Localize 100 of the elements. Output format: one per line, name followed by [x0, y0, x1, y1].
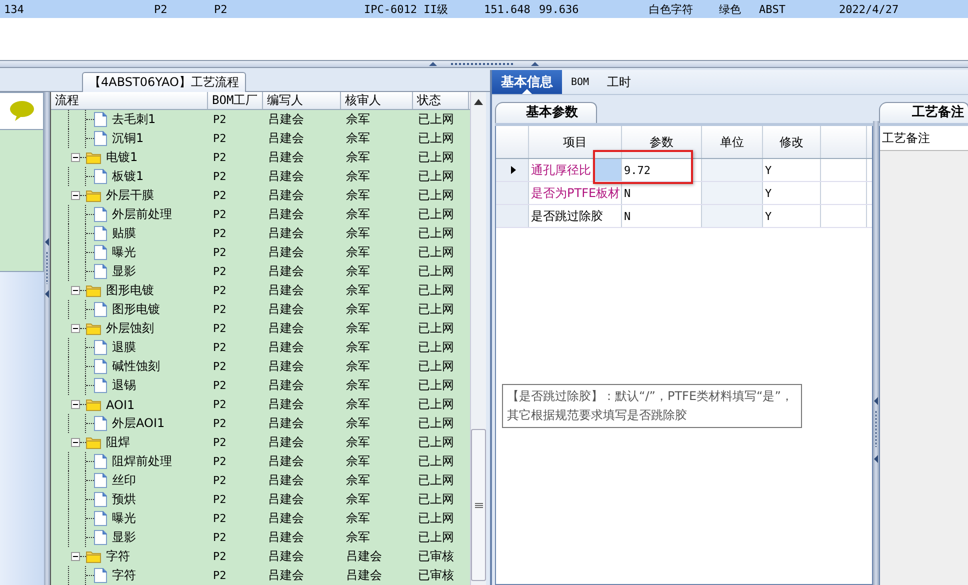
step-label[interactable]: 碱性蚀刻	[112, 358, 160, 375]
column-header[interactable]: 项目	[529, 126, 622, 158]
table-cell-text: 佘军	[345, 206, 371, 223]
folder-icon	[86, 322, 101, 335]
table-cell-text: P2	[212, 189, 228, 202]
step-label[interactable]: 丝印	[112, 472, 136, 489]
column-header[interactable]: 核审人	[341, 92, 413, 109]
scrollbar-thumb[interactable]	[471, 429, 486, 581]
column-header[interactable]: 单位	[702, 126, 763, 158]
step-label[interactable]: 图形电镀	[112, 301, 160, 318]
table-cell-text: 吕建会	[267, 453, 305, 470]
table-cell-text: 已上网	[417, 301, 455, 318]
document-icon	[94, 226, 107, 241]
step-label[interactable]: 退锡	[112, 377, 136, 394]
panel-title: 【4ABST06YAO】工艺流程	[82, 72, 246, 92]
step-label[interactable]: 外层AOI1	[112, 415, 165, 432]
table-cell-text: P2	[212, 455, 228, 468]
tab[interactable]: 基本信息	[492, 70, 562, 94]
table-cell-text: P2	[212, 493, 228, 506]
tab[interactable]: 工艺备注	[879, 102, 968, 123]
column-header[interactable]: 修改	[763, 126, 821, 158]
step-label[interactable]: 字符	[112, 567, 136, 584]
table-cell-text: 已上网	[417, 510, 455, 527]
value-field[interactable]: N	[624, 210, 631, 222]
table-cell-text: 佘军	[345, 396, 371, 413]
table-cell-text: 佘军	[345, 453, 371, 470]
table-cell-text: 吕建会	[267, 396, 305, 413]
table-cell-text: 吕建会	[267, 510, 305, 527]
table-cell-text: 佘军	[345, 339, 371, 356]
step-label[interactable]: 阻焊前处理	[112, 453, 172, 470]
table-cell-text: 吕建会	[267, 225, 305, 242]
collapse-toggle-icon[interactable]	[71, 400, 80, 409]
collapse-toggle-icon[interactable]	[71, 552, 80, 561]
folder-icon	[86, 550, 101, 563]
column-header[interactable]: 流程	[51, 92, 208, 109]
table-cell-text: 2022/4/27	[838, 2, 900, 16]
step-label[interactable]: 贴膜	[112, 225, 136, 242]
collapse-toggle-icon[interactable]	[71, 286, 80, 295]
document-icon	[94, 264, 107, 279]
table-cell-text: 佘军	[345, 225, 371, 242]
table-cell-text: P2	[212, 208, 228, 221]
collapse-toggle-icon[interactable]	[71, 324, 80, 333]
collapse-arrows-icon[interactable]	[44, 238, 50, 298]
folder-label[interactable]: 图形电镀	[106, 282, 154, 299]
folder-label[interactable]: 字符	[106, 548, 130, 565]
step-label[interactable]: 曝光	[112, 510, 136, 527]
step-label[interactable]: 沉铜1	[112, 130, 144, 147]
step-label[interactable]: 去毛刺1	[112, 111, 156, 128]
unit-cell[interactable]	[702, 205, 763, 227]
table-cell-text: 吕建会	[267, 282, 305, 299]
unit-cell[interactable]	[702, 159, 763, 181]
tab[interactable]: 基本参数	[495, 102, 597, 123]
collapse-toggle-icon[interactable]	[71, 191, 80, 200]
column-header[interactable]: 参数	[622, 126, 702, 158]
step-label[interactable]: 显影	[112, 529, 136, 546]
column-header[interactable]: 状态	[413, 92, 469, 109]
table-cell-text: P2	[212, 417, 228, 430]
folder-label[interactable]: 电镀1	[106, 149, 138, 166]
table-cell-text: 吕建会	[267, 529, 305, 546]
table-cell-text: 佘军	[345, 415, 371, 432]
table-cell-text: P2	[153, 2, 168, 16]
table-cell-text: P2	[212, 550, 228, 563]
folder-label[interactable]: 外层蚀刻	[106, 320, 154, 337]
column-header[interactable]: 编写人	[263, 92, 341, 109]
table-cell-text: P2	[212, 303, 228, 316]
table-cell-text: 佘军	[345, 491, 371, 508]
table-cell-text: 佘军	[345, 130, 371, 147]
step-label[interactable]: 外层前处理	[112, 206, 172, 223]
table-row[interactable]: 134 P2 P2 IPC-6012 II级 151.648 99.636 白色字符 绿色 ABST 2022/4/27	[0, 0, 968, 18]
table-cell-text: 佘军	[345, 111, 371, 128]
folder-label[interactable]: 外层干膜	[106, 187, 154, 204]
folder-label[interactable]: 阻焊	[106, 434, 130, 451]
splitter-grip-icon[interactable]	[429, 61, 539, 67]
collapse-arrows-icon[interactable]	[873, 397, 879, 463]
value-field[interactable]: N	[624, 186, 631, 200]
step-label[interactable]: 预烘	[112, 491, 136, 508]
table-cell-text: P2	[212, 531, 228, 544]
collapse-toggle-icon[interactable]	[71, 153, 80, 162]
document-icon	[94, 340, 107, 355]
table-cell-text: 99.636	[538, 2, 580, 16]
value-field[interactable]: 9.72	[624, 164, 650, 176]
table-cell-text: P2	[212, 569, 228, 582]
folder-label[interactable]: AOI1	[106, 398, 135, 412]
scroll-up-icon[interactable]	[474, 99, 483, 105]
step-label[interactable]: 板镀1	[112, 168, 144, 185]
collapse-toggle-icon[interactable]	[71, 438, 80, 447]
row-pointer-icon[interactable]	[496, 159, 529, 181]
table-cell-text: 已上网	[417, 491, 455, 508]
step-label[interactable]: 曝光	[112, 244, 136, 261]
tab[interactable]: 工时	[598, 70, 640, 94]
table-cell-text: 吕建会	[267, 491, 305, 508]
tab[interactable]: BOM	[562, 70, 598, 94]
table-cell-text: 吕建会	[345, 548, 383, 565]
unit-cell[interactable]	[702, 182, 763, 204]
step-label[interactable]: 退膜	[112, 339, 136, 356]
column-header[interactable]: BOM工厂	[208, 92, 263, 109]
table-cell-text: 已上网	[417, 320, 455, 337]
table-cell-text: 佘军	[345, 434, 371, 451]
step-label[interactable]: 显影	[112, 263, 136, 280]
table-cell-text: 佘军	[345, 472, 371, 489]
